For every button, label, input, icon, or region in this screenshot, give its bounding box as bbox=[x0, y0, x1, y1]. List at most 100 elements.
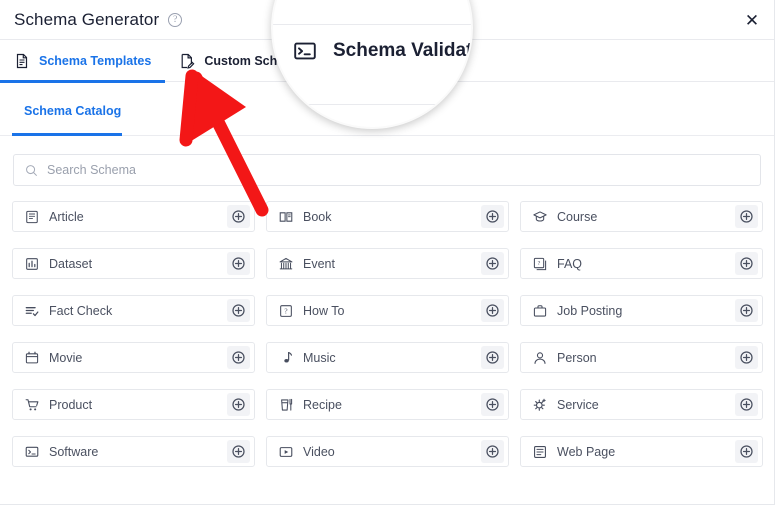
schema-card-course[interactable]: Course bbox=[520, 201, 763, 232]
schema-card-software[interactable]: Software bbox=[12, 436, 255, 467]
add-schema-button[interactable] bbox=[481, 440, 504, 463]
bar-chart-icon bbox=[25, 257, 39, 271]
schema-card-event[interactable]: Event bbox=[266, 248, 509, 279]
schema-card-label: Music bbox=[303, 351, 336, 365]
add-schema-button[interactable] bbox=[735, 205, 758, 228]
schema-card-music[interactable]: Music bbox=[266, 342, 509, 373]
add-schema-button[interactable] bbox=[481, 346, 504, 369]
active-tab-indicator bbox=[12, 133, 122, 136]
terminal-icon bbox=[293, 39, 317, 63]
schema-card-label: How To bbox=[303, 304, 344, 318]
schema-card-web-page[interactable]: Web Page bbox=[520, 436, 763, 467]
schema-card-job-posting[interactable]: Job Posting bbox=[520, 295, 763, 326]
movie-icon bbox=[25, 351, 39, 365]
schema-card-book[interactable]: Book bbox=[266, 201, 509, 232]
schema-card-label: Dataset bbox=[49, 257, 92, 271]
schema-card-article[interactable]: Article bbox=[12, 201, 255, 232]
schema-card-video[interactable]: Video bbox=[266, 436, 509, 467]
graduation-cap-icon bbox=[533, 210, 547, 224]
add-schema-button[interactable] bbox=[227, 205, 250, 228]
document-edit-icon bbox=[179, 53, 195, 69]
tab-label: Schema Templates bbox=[39, 54, 151, 68]
add-circle-icon bbox=[739, 397, 754, 412]
briefcase-icon bbox=[533, 304, 547, 318]
schema-card-movie[interactable]: Movie bbox=[12, 342, 255, 373]
tab-label: Schema Validation bbox=[333, 40, 473, 62]
add-circle-icon bbox=[231, 444, 246, 459]
event-icon bbox=[279, 257, 293, 271]
svg-text:?: ? bbox=[284, 306, 287, 315]
search-schema-field[interactable] bbox=[13, 154, 761, 186]
add-schema-button[interactable] bbox=[735, 346, 758, 369]
tab-schema-catalog[interactable]: Schema Catalog bbox=[12, 94, 133, 130]
add-schema-button[interactable] bbox=[481, 299, 504, 322]
schema-card-fact-check[interactable]: Fact Check bbox=[12, 295, 255, 326]
add-circle-icon bbox=[485, 303, 500, 318]
add-circle-icon bbox=[231, 303, 246, 318]
schema-card-label: Product bbox=[49, 398, 92, 412]
recipe-icon bbox=[279, 398, 293, 412]
add-schema-button[interactable] bbox=[481, 393, 504, 416]
add-schema-button[interactable] bbox=[481, 205, 504, 228]
person-icon bbox=[533, 351, 547, 365]
search-icon bbox=[25, 164, 38, 177]
add-schema-button[interactable] bbox=[227, 299, 250, 322]
add-circle-icon bbox=[231, 209, 246, 224]
add-circle-icon bbox=[485, 397, 500, 412]
page-title: Schema Generator bbox=[14, 10, 159, 30]
search-input[interactable] bbox=[47, 163, 760, 177]
schema-card-label: Fact Check bbox=[49, 304, 112, 318]
schema-card-label: Course bbox=[557, 210, 597, 224]
add-circle-icon bbox=[739, 256, 754, 271]
add-schema-button[interactable] bbox=[735, 393, 758, 416]
schema-card-dataset[interactable]: Dataset bbox=[12, 248, 255, 279]
add-circle-icon bbox=[739, 444, 754, 459]
add-circle-icon bbox=[231, 256, 246, 271]
schema-card-label: Web Page bbox=[557, 445, 615, 459]
schema-card-label: Software bbox=[49, 445, 98, 459]
add-circle-icon bbox=[739, 303, 754, 318]
add-schema-button[interactable] bbox=[735, 440, 758, 463]
shopping-cart-icon bbox=[25, 398, 39, 412]
schema-card-label: Movie bbox=[49, 351, 82, 365]
how-to-icon: ? bbox=[279, 304, 293, 318]
schema-card-recipe[interactable]: Recipe bbox=[266, 389, 509, 420]
add-schema-button[interactable] bbox=[227, 346, 250, 369]
question-circle-icon[interactable]: ? bbox=[168, 13, 182, 27]
schema-card-label: FAQ bbox=[557, 257, 582, 271]
schema-card-label: Article bbox=[49, 210, 84, 224]
schema-card-person[interactable]: Person bbox=[520, 342, 763, 373]
schema-card-label: Event bbox=[303, 257, 335, 271]
fact-check-icon bbox=[25, 304, 39, 318]
add-schema-button[interactable] bbox=[735, 252, 758, 275]
close-icon[interactable]: ✕ bbox=[741, 9, 763, 31]
book-icon bbox=[279, 210, 293, 224]
video-icon bbox=[279, 445, 293, 459]
add-schema-button[interactable] bbox=[227, 393, 250, 416]
add-schema-button[interactable] bbox=[227, 252, 250, 275]
schema-card-faq[interactable]: ? FAQ bbox=[520, 248, 763, 279]
web-page-icon bbox=[533, 445, 547, 459]
tab-schema-validation[interactable]: Schema Validation bbox=[293, 39, 473, 63]
schema-card-product[interactable]: Product bbox=[12, 389, 255, 420]
svg-text:?: ? bbox=[538, 260, 541, 266]
add-circle-icon bbox=[485, 256, 500, 271]
add-schema-button[interactable] bbox=[227, 440, 250, 463]
schema-card-how-to[interactable]: ? How To bbox=[266, 295, 509, 326]
schema-card-label: Recipe bbox=[303, 398, 342, 412]
software-icon bbox=[25, 445, 39, 459]
tab-schema-templates[interactable]: Schema Templates bbox=[0, 40, 165, 82]
schema-card-service[interactable]: Service bbox=[520, 389, 763, 420]
add-circle-icon bbox=[485, 350, 500, 365]
article-icon bbox=[25, 210, 39, 224]
add-schema-button[interactable] bbox=[481, 252, 504, 275]
add-circle-icon bbox=[231, 350, 246, 365]
service-gear-icon bbox=[533, 398, 547, 412]
add-schema-button[interactable] bbox=[735, 299, 758, 322]
add-circle-icon bbox=[739, 350, 754, 365]
schema-card-label: Video bbox=[303, 445, 335, 459]
add-circle-icon bbox=[485, 444, 500, 459]
music-note-icon bbox=[279, 351, 293, 365]
divider bbox=[273, 104, 471, 105]
add-circle-icon bbox=[485, 209, 500, 224]
